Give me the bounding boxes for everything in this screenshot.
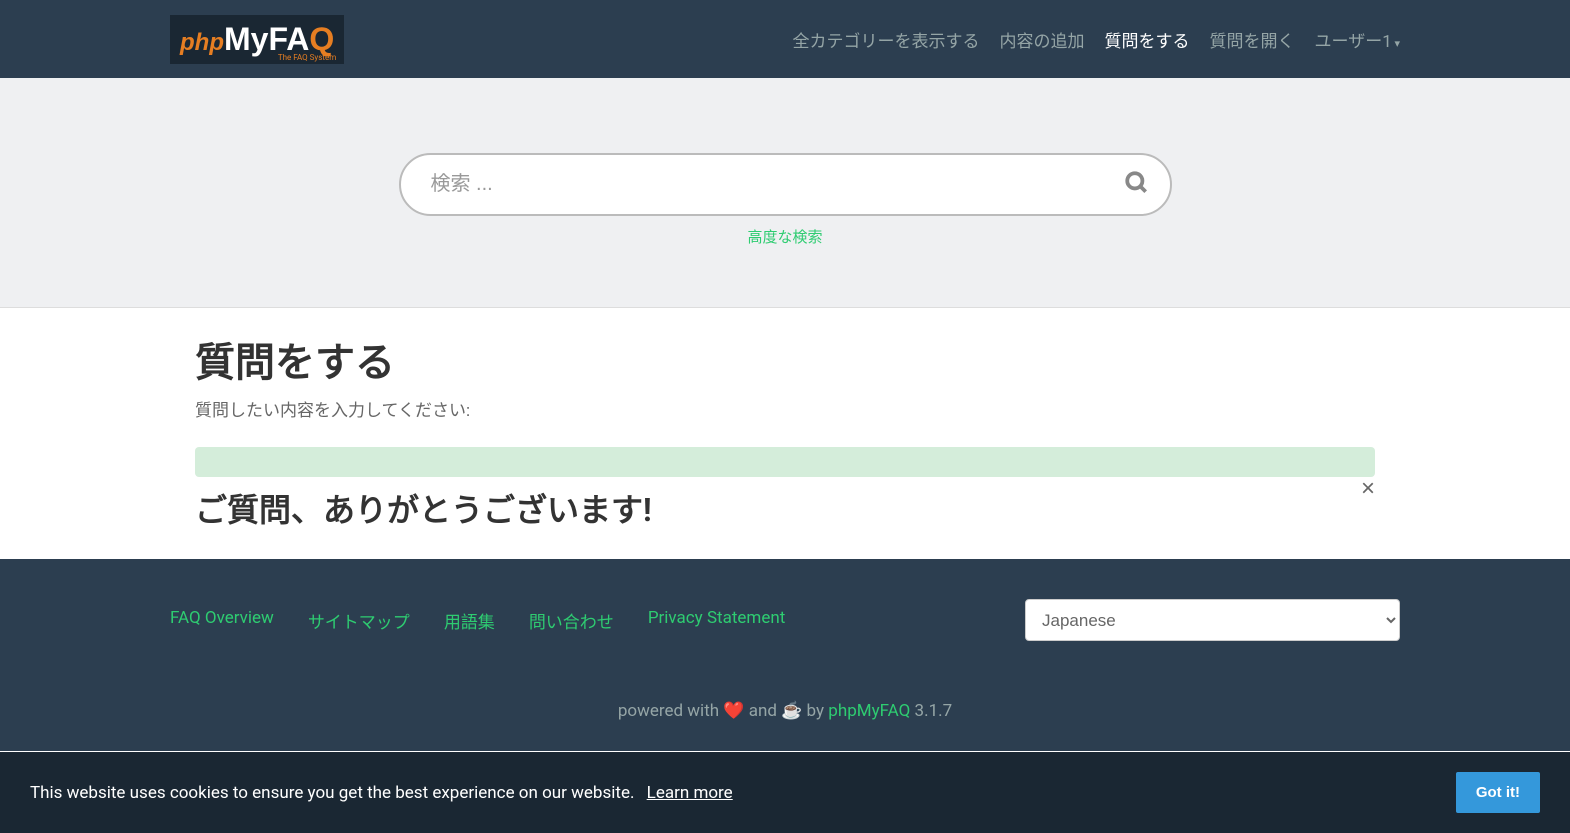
advanced-search-link[interactable]: 高度な検索	[0, 226, 1570, 247]
page-subtitle: 質問したい内容を入力してください:	[195, 396, 1375, 421]
coffee-icon: ☕	[781, 701, 802, 721]
cookie-text: This website uses cookies to ensure you …	[30, 783, 733, 803]
footer-link-contact[interactable]: 問い合わせ	[529, 608, 614, 633]
search-section: 高度な検索	[0, 78, 1570, 308]
footer: FAQ Overview サイトマップ 用語集 問い合わせ Privacy St…	[0, 559, 1570, 751]
language-select[interactable]: Japanese	[1025, 599, 1400, 641]
heart-icon: ❤️	[723, 701, 744, 721]
navbar: phpMyFAQ The FAQ System 全カテゴリーを表示する 内容の追…	[0, 0, 1570, 78]
search-input[interactable]	[399, 153, 1172, 216]
footer-link-sitemap[interactable]: サイトマップ	[308, 608, 410, 633]
nav-ask-question[interactable]: 質問をする	[1105, 27, 1190, 52]
logo[interactable]: phpMyFAQ The FAQ System	[170, 15, 344, 64]
footer-link-glossary[interactable]: 用語集	[444, 608, 495, 633]
close-icon[interactable]: ×	[1361, 477, 1375, 501]
footer-top: FAQ Overview サイトマップ 用語集 問い合わせ Privacy St…	[170, 599, 1400, 641]
footer-credits: powered with ❤️ and ☕ by phpMyFAQ 3.1.7	[170, 701, 1400, 721]
footer-link-overview[interactable]: FAQ Overview	[170, 608, 274, 633]
search-icon[interactable]	[1124, 170, 1150, 200]
phpmyfaq-link[interactable]: phpMyFAQ	[828, 701, 910, 721]
nav-links: 全カテゴリーを表示する 内容の追加 質問をする 質問を開く ユーザー1	[793, 27, 1400, 52]
search-box	[399, 153, 1172, 216]
thank-you-message: ご質問、ありがとうございます!	[195, 485, 1375, 531]
nav-user-dropdown[interactable]: ユーザー1	[1315, 27, 1400, 52]
cookie-accept-button[interactable]: Got it!	[1456, 772, 1540, 813]
main-content: 質問をする 質問したい内容を入力してください: × ご質問、ありがとうございます…	[195, 308, 1375, 559]
alert-success: ×	[195, 447, 1375, 477]
footer-links: FAQ Overview サイトマップ 用語集 問い合わせ Privacy St…	[170, 608, 785, 633]
nav-open-questions[interactable]: 質問を開く	[1210, 27, 1295, 52]
nav-all-categories[interactable]: 全カテゴリーを表示する	[793, 27, 980, 52]
page-title: 質問をする	[195, 330, 1375, 388]
cookie-banner: This website uses cookies to ensure you …	[0, 752, 1570, 833]
cookie-learn-more[interactable]: Learn more	[647, 783, 733, 803]
footer-link-privacy[interactable]: Privacy Statement	[648, 608, 786, 633]
nav-add-content[interactable]: 内容の追加	[1000, 27, 1085, 52]
